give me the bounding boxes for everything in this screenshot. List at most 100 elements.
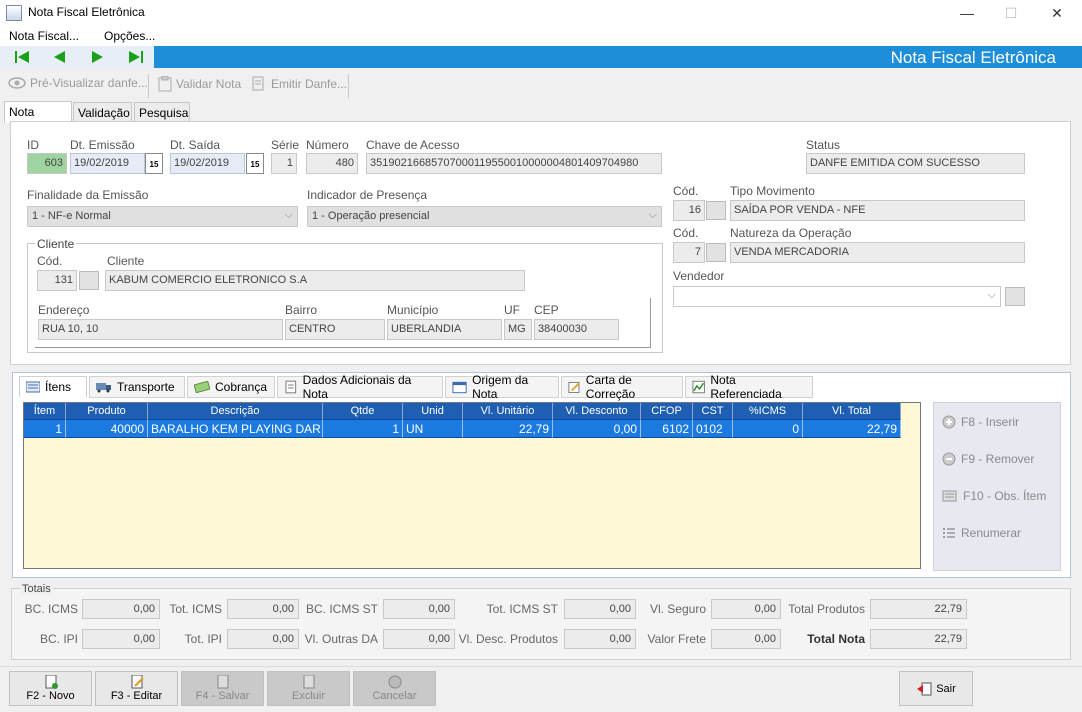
vl-desc-produtos-label: Vl. Desc. Produtos [458, 632, 558, 646]
delete-icon [303, 675, 314, 689]
cep-field: 38400030 [534, 319, 619, 340]
minimize-button[interactable]: — [944, 0, 990, 26]
tab-carta-correcao-label: Carta de Correção [585, 373, 636, 401]
tab-pesquisa[interactable]: Pesquisa [134, 102, 190, 122]
column-header[interactable]: Ítem [24, 403, 66, 419]
tipo-mov-cod-field[interactable]: 16 [673, 200, 705, 221]
table-row[interactable]: 1 40000 BARALHO KEM PLAYING DARI 1 UN 22… [24, 419, 901, 438]
column-header[interactable]: %ICMS [733, 403, 803, 419]
menu-nota-fiscal[interactable]: Nota Fiscal... [9, 29, 79, 43]
tot-ipi-field: 0,00 [227, 629, 299, 649]
obs-item-button[interactable]: F10 - Obs. Ítem [942, 489, 1046, 503]
editar-button[interactable]: F3 - Editar [95, 671, 178, 706]
next-record-icon[interactable] [86, 48, 108, 66]
finalidade-select[interactable]: 1 - NF-e Normal ⌵ [27, 206, 298, 227]
cep-label: CEP [534, 303, 559, 317]
banner-title: Nota Fiscal Eletrônica [890, 48, 1056, 67]
remover-button[interactable]: F9 - Remover [942, 452, 1034, 466]
column-header[interactable]: Qtde [323, 403, 403, 419]
municipio-field: UBERLANDIA [387, 319, 502, 340]
tab-cobranca[interactable]: Cobrança [187, 376, 275, 398]
vl-desc-produtos-field: 0,00 [564, 629, 636, 649]
validar-nota-label: Validar Nota [176, 77, 242, 91]
natureza-operacao-label: Natureza da Operação [730, 226, 852, 240]
numero-field[interactable]: 480 [306, 153, 358, 174]
inserir-label: F8 - Inserir [961, 415, 1020, 429]
column-header[interactable]: Produto [66, 403, 148, 419]
search-icon[interactable] [706, 201, 726, 220]
calendar-icon[interactable]: 15 [246, 153, 264, 174]
new-document-icon [45, 675, 58, 689]
record-navigator [0, 46, 154, 68]
indicador-presenca-label: Indicador de Presença [307, 188, 428, 202]
search-icon[interactable] [706, 243, 726, 262]
table-cell: 0,00 [553, 419, 641, 438]
menu-opcoes[interactable]: Opções... [104, 29, 155, 43]
tab-itens[interactable]: Ítens [19, 376, 87, 398]
vl-seguro-field: 0,00 [711, 599, 781, 619]
salvar-label: F4 - Salvar [195, 690, 250, 702]
letter-icon [568, 381, 580, 393]
toolbar-divider [348, 74, 349, 98]
indicador-presenca-value: 1 - Operação presencial [312, 210, 430, 222]
tab-validacao[interactable]: Validação [73, 102, 132, 122]
items-grid[interactable]: Ítem Produto Descrição Qtde Unid Vl. Uni… [23, 402, 921, 569]
window-title: Nota Fiscal Eletrônica [28, 5, 145, 19]
refresh-icon[interactable] [1005, 287, 1025, 306]
total-nota-field: 22,79 [870, 629, 967, 649]
pre-visualizar-button[interactable]: Pré-Visualizar danfe... [8, 76, 148, 90]
natureza-cod-label: Cód. [673, 226, 699, 240]
column-header[interactable]: Vl. Total [803, 403, 901, 419]
eye-icon [8, 77, 26, 89]
column-header[interactable]: Vl. Desconto [553, 403, 641, 419]
excluir-button[interactable]: Excluir [267, 671, 350, 706]
validar-nota-button[interactable]: Validar Nota [158, 76, 241, 92]
clipboard-icon [158, 76, 172, 92]
dt-saida-field[interactable]: 19/02/2019 [170, 153, 245, 174]
tab-origem-nota[interactable]: Origem da Nota [445, 373, 559, 401]
tab-itens-label: Ítens [45, 380, 72, 394]
novo-button[interactable]: F2 - Novo [9, 671, 92, 706]
close-button[interactable]: ✕ [1034, 0, 1080, 26]
tab-transporte[interactable]: Transporte [89, 376, 185, 398]
calendar-icon[interactable]: 15 [145, 153, 163, 174]
bc-icms-st-label: BC. ICMS ST [305, 602, 378, 616]
tot-icms-st-field: 0,00 [564, 599, 636, 619]
natureza-cod-field[interactable]: 7 [673, 242, 705, 263]
column-header[interactable]: Vl. Unitário [463, 403, 553, 419]
menu-bar: Nota Fiscal... Opções... [0, 26, 1082, 46]
column-header[interactable]: Descrição [148, 403, 323, 419]
tot-icms-field: 0,00 [227, 599, 299, 619]
cliente-cod-field[interactable]: 131 [37, 270, 77, 291]
id-field[interactable]: 603 [27, 153, 67, 174]
indicador-presenca-select[interactable]: 1 - Operação presencial ⌵ [307, 206, 662, 227]
first-record-icon[interactable] [12, 48, 34, 66]
dt-emissao-field[interactable]: 19/02/2019 [70, 153, 145, 174]
emitir-danfe-button[interactable]: Emitir Danfe... [251, 76, 347, 92]
cancelar-button[interactable]: Cancelar [353, 671, 436, 706]
excluir-label: Excluir [291, 690, 325, 702]
cliente-group-title: Cliente [35, 237, 77, 251]
previous-record-icon[interactable] [49, 48, 71, 66]
tab-dados-adicionais[interactable]: Dados Adicionais da Nota [277, 373, 443, 401]
bc-ipi-label: BC. IPI [39, 632, 78, 646]
column-header[interactable]: CST [693, 403, 733, 419]
search-icon[interactable] [79, 271, 99, 290]
vendedor-select[interactable]: ⌵ [673, 286, 1001, 307]
novo-label: F2 - Novo [26, 690, 75, 702]
salvar-button[interactable]: F4 - Salvar [181, 671, 264, 706]
tab-nota-fiscal[interactable]: Nota Fiscal [4, 101, 72, 133]
column-header[interactable]: CFOP [641, 403, 693, 419]
title-bar: Nota Fiscal Eletrônica — ☐ ✕ [0, 0, 1082, 26]
tab-carta-correcao[interactable]: Carta de Correção [561, 373, 683, 401]
maximize-button[interactable]: ☐ [988, 0, 1034, 26]
renumerar-button[interactable]: Renumerar [942, 526, 1021, 540]
column-header[interactable]: Unid [403, 403, 463, 419]
tab-nota-referenciada[interactable]: Nota Referenciada [685, 373, 813, 401]
sair-button[interactable]: Sair [899, 671, 973, 706]
inserir-button[interactable]: F8 - Inserir [942, 415, 1019, 429]
chave-acesso-field[interactable]: 3519021668570700011955001000000480140970… [366, 153, 662, 174]
serie-field[interactable]: 1 [271, 153, 297, 174]
item-actions-panel: F8 - Inserir F9 - Remover F10 - Obs. Íte… [933, 402, 1061, 571]
last-record-icon[interactable] [124, 48, 146, 66]
